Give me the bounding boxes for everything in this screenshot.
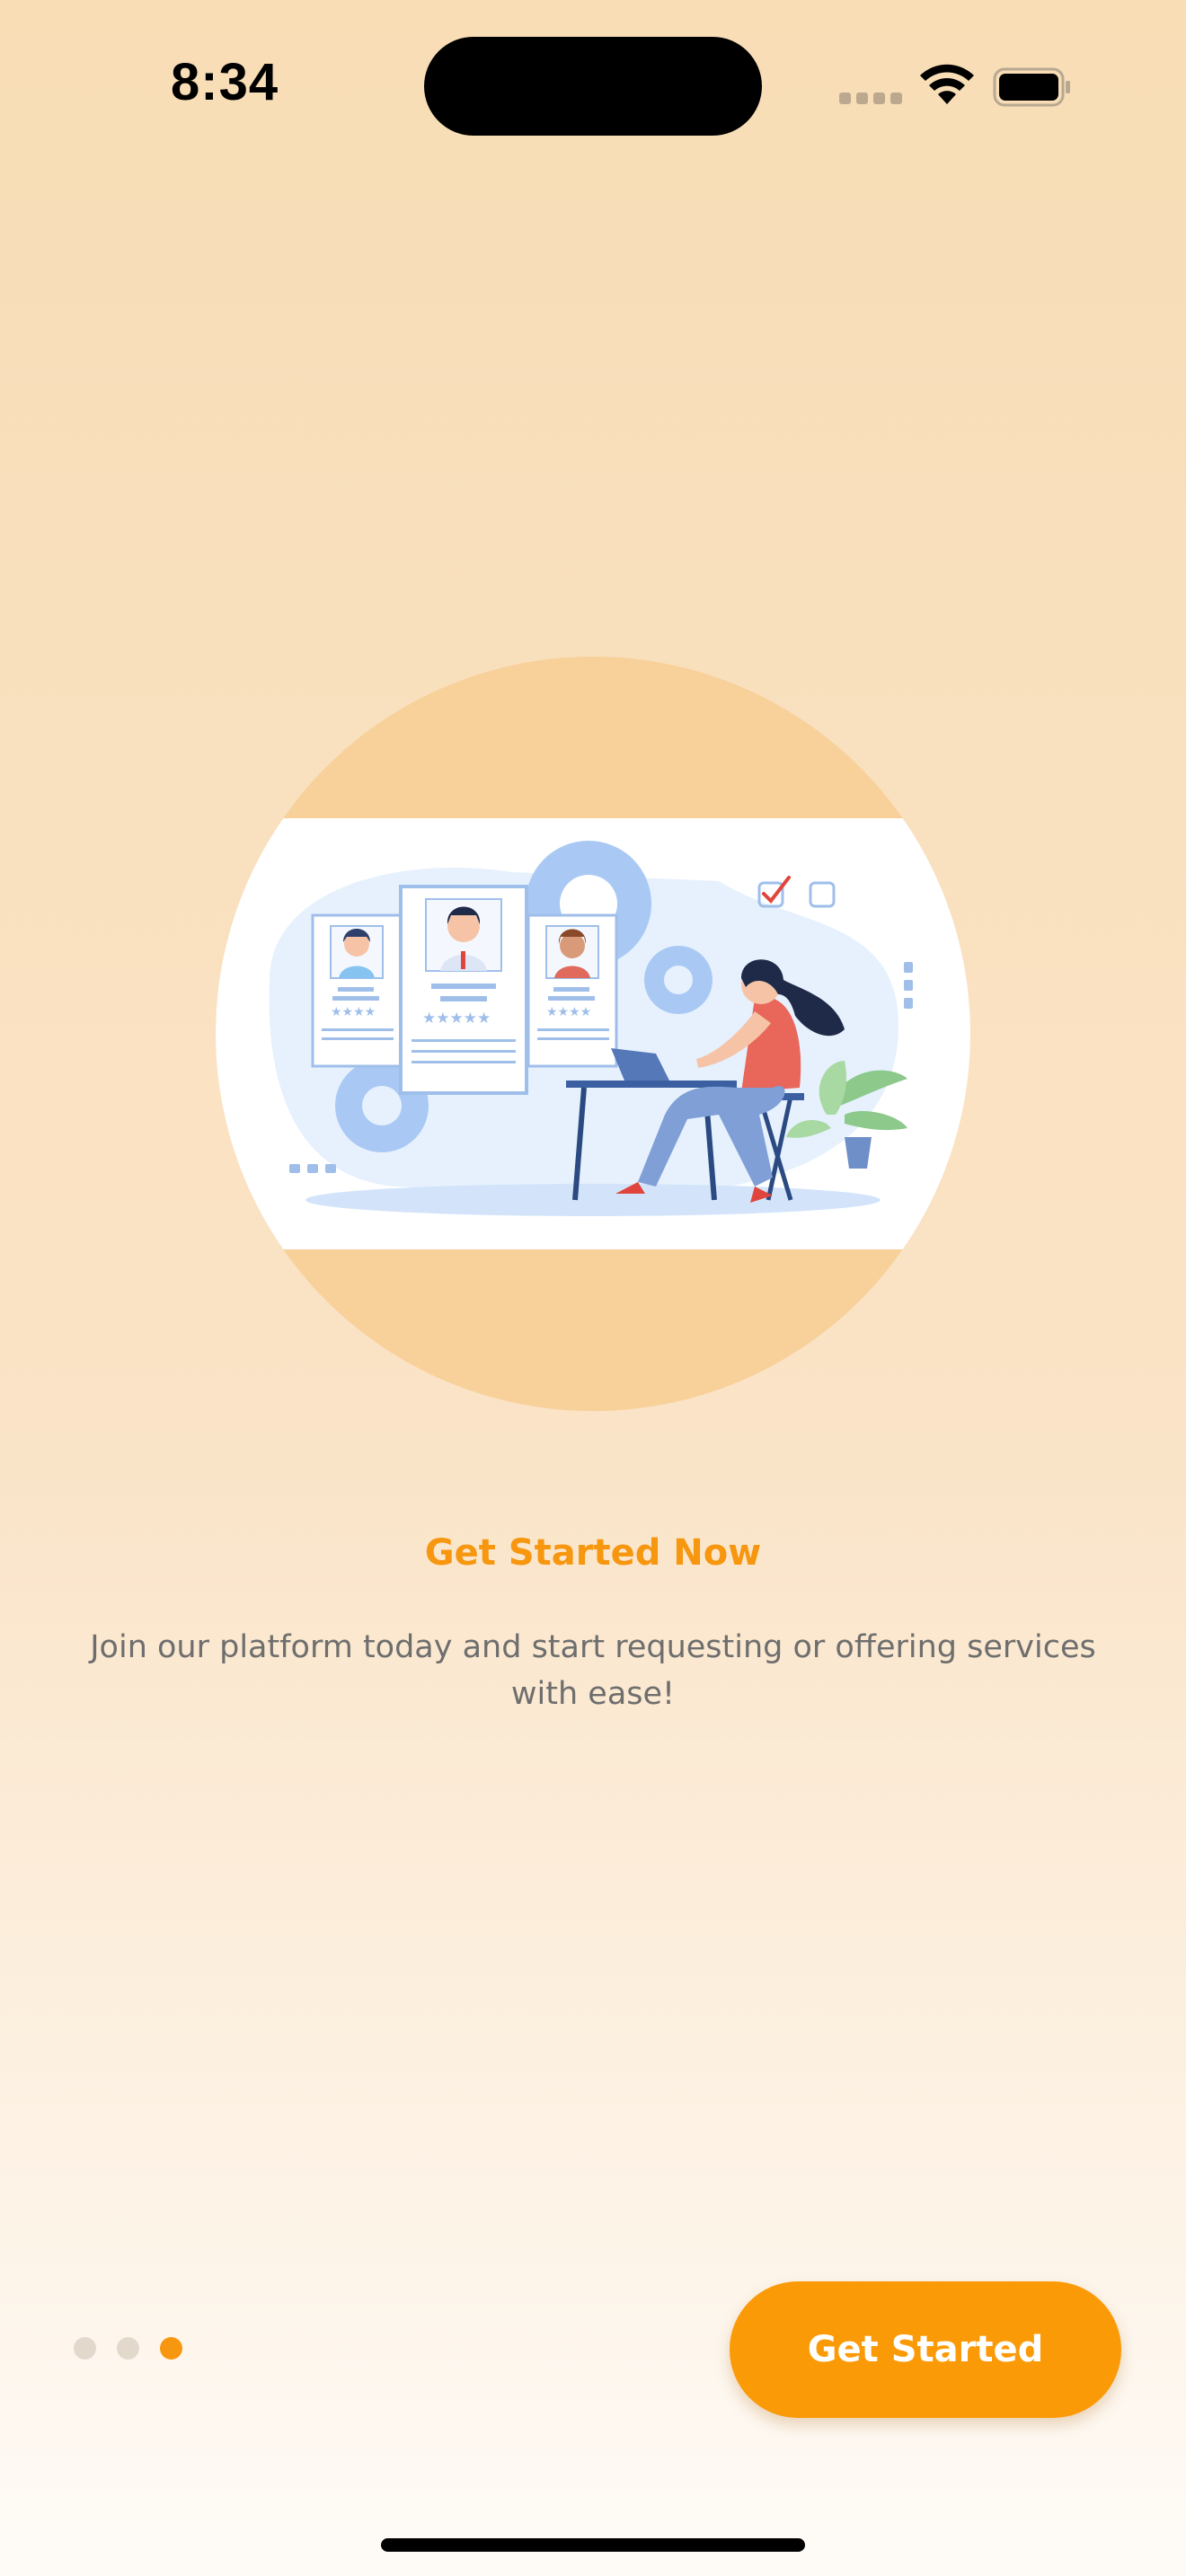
candidate-card: ★★★★: [311, 913, 403, 1068]
svg-text:★★★★: ★★★★: [331, 1005, 376, 1019]
battery-icon: [993, 67, 1070, 107]
floor-shadow: [305, 1184, 881, 1216]
onboarding-description: Join our platform today and start reques…: [90, 1629, 1096, 1712]
checkbox-empty-icon: [809, 881, 836, 908]
illustration-panel: ★★★★ ★★★★ ★★★★★: [216, 818, 970, 1249]
status-time: 8:34: [171, 53, 279, 111]
page-dot-active[interactable]: [160, 2337, 182, 2360]
checkbox-checked-icon: [757, 876, 791, 908]
wifi-icon: [920, 64, 974, 104]
page-dot[interactable]: [74, 2337, 96, 2360]
status-bar: 8:34: [0, 0, 1186, 171]
onboarding-title: Get Started Now: [424, 1532, 762, 1574]
candidate-card: ★★★★: [527, 913, 618, 1068]
hero-illustration: ★★★★ ★★★★ ★★★★★: [216, 657, 970, 1411]
svg-text:★★★★: ★★★★: [546, 1005, 591, 1019]
dynamic-island: [424, 37, 762, 136]
page-dot[interactable]: [117, 2337, 139, 2360]
home-indicator[interactable]: [381, 2538, 805, 2552]
get-started-button[interactable]: Get Started: [730, 2281, 1121, 2418]
svg-text:★★★★★: ★★★★★: [422, 1010, 491, 1028]
cellular-signal-icon: [839, 93, 902, 105]
candidate-card-featured: ★★★★★: [399, 885, 528, 1095]
gear-icon: [644, 946, 712, 1014]
